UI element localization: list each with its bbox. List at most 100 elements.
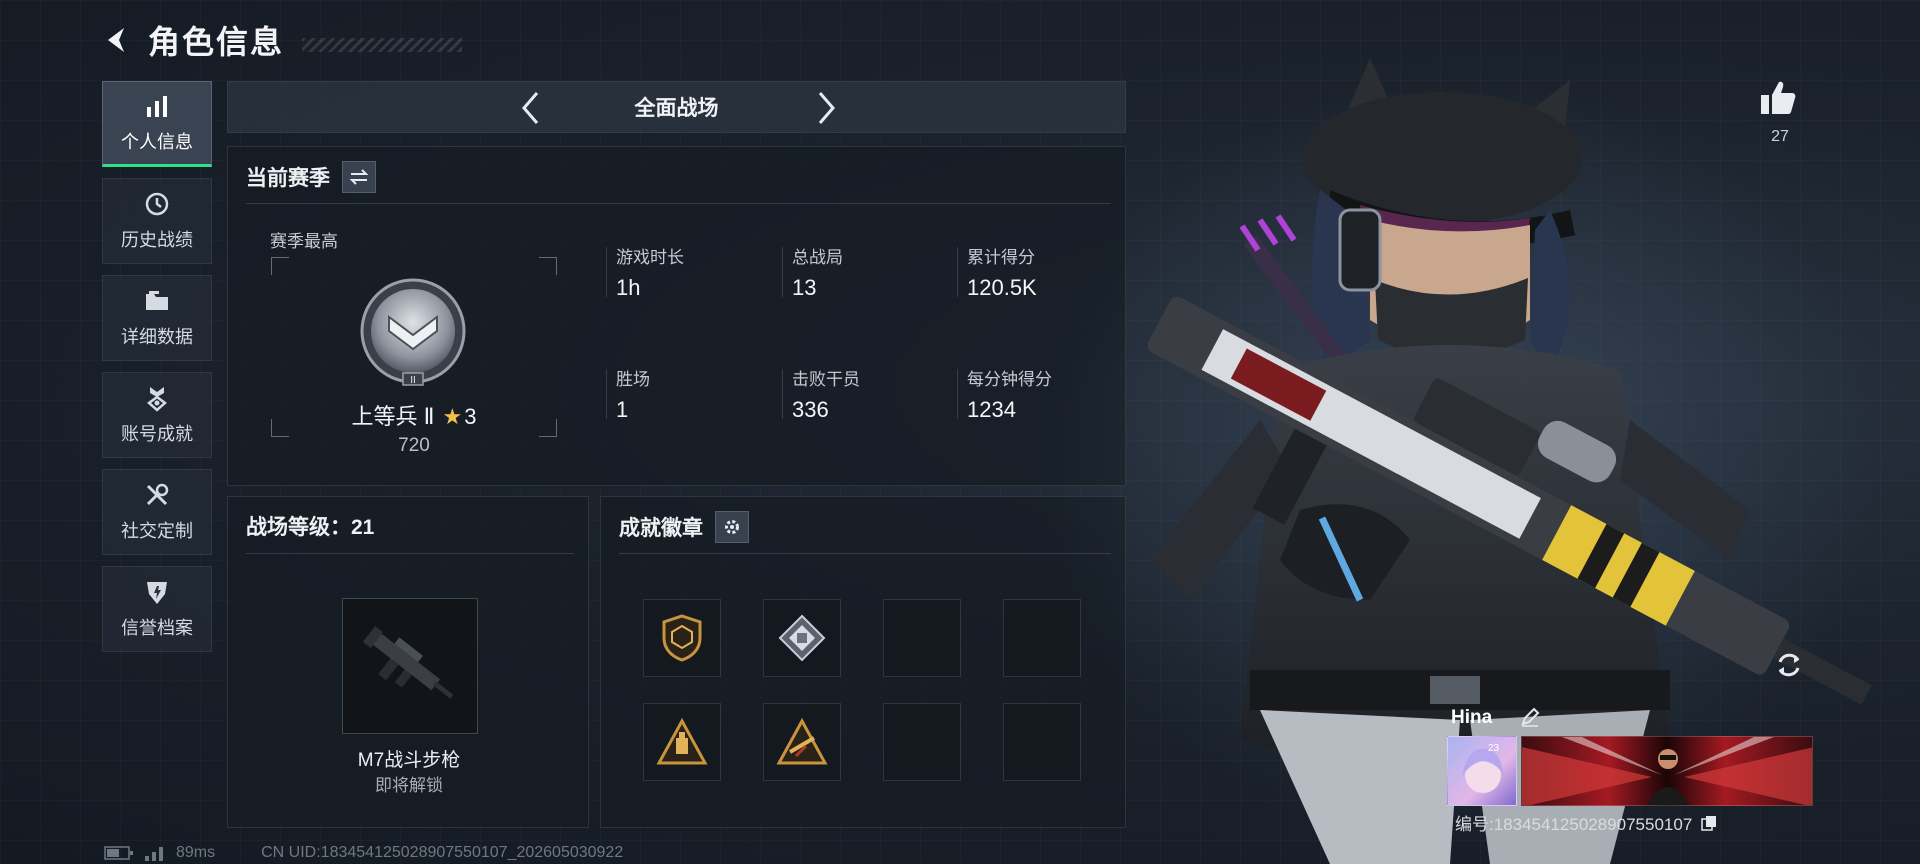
badge-slot-empty[interactable] [883,703,961,781]
frame-corner [271,257,289,275]
page-header: 角色信息 [100,18,463,62]
weapon-name: M7战斗步枪 [357,750,461,771]
title-decoration [302,38,463,52]
stat-divider [957,247,958,297]
sidebar-item-label: 社交定制 [121,521,193,541]
stat-divider [782,247,783,297]
badge-settings-button[interactable] [715,511,749,543]
back-arrow-icon [108,28,124,52]
avatar-level: 23 [1488,743,1500,754]
player-id: 编号:1834541250289075501​07 [1455,815,1693,834]
stat-value: 1h [616,275,641,300]
battlefield-level-panel: 战场等级：21 M7战斗步枪 即将解锁 [227,496,589,828]
stat-value: 1 [616,397,629,422]
shield-badge-icon [662,614,702,662]
sidebar: 个人信息 历史战绩 详细数据 账号成就 社交定制 信誉档案 [102,81,212,663]
medal-icon [143,384,171,412]
sidebar-item-personal-info[interactable]: 个人信息 [102,81,212,167]
gear-icon [725,520,739,534]
rank-numeral: II [410,375,416,386]
history-clock-icon [143,190,171,218]
stat-divider [606,247,607,297]
back-button[interactable] [100,23,134,57]
rotate-view-button[interactable] [1772,648,1812,688]
ping-value: 89ms [176,844,216,861]
switch-season-button[interactable] [342,161,376,193]
stat-label: 胜场 [616,370,650,389]
badge-slot[interactable] [763,599,841,677]
status-footer: 89ms CN UID:1834541250289075501​07_20260… [104,842,623,864]
divider [246,553,574,554]
triangle-rifle-badge-icon [776,718,828,765]
chevron-left-icon [522,92,539,124]
folder-icon [143,287,171,315]
rotate-icon [1778,653,1800,677]
star-icon: ★ [442,404,463,429]
sidebar-item-credit-record[interactable]: 信誉档案 [102,566,212,652]
sidebar-item-label: 账号成就 [121,424,193,444]
battery-icon [104,846,133,860]
rank-name: 上等兵 Ⅱ [351,404,435,429]
stat-value: 336 [792,397,829,422]
prev-mode-button[interactable] [513,90,549,126]
bar-chart-icon [143,92,171,120]
divider [246,203,1111,204]
avatar[interactable]: 23 [1447,736,1517,806]
page-title: 角色信息 [148,24,285,60]
signal-icon [145,847,163,861]
season-title-row: 当前赛季 [246,161,376,193]
uid-text: CN UID:1834541250289075501​07_2026050309… [261,844,624,861]
stat-label: 累计得分 [967,248,1035,267]
season-panel: 当前赛季 赛季最高 II 上等兵 Ⅱ ★3 720 游戏时长 1h 总战局 13… [227,146,1126,486]
stat-label: 总战局 [792,248,843,267]
badge-slot[interactable] [643,703,721,781]
badge-slot-empty[interactable] [883,599,961,677]
player-name: Hina [1451,707,1493,728]
stat-divider [606,369,607,419]
player-card: Hina 23 编号:1834541250289075501​07 [1445,700,1815,840]
season-title: 当前赛季 [246,167,330,190]
stat-label: 游戏时长 [616,248,684,267]
level-title: 战场等级：21 [246,516,375,539]
badge-slot[interactable] [763,703,841,781]
rank-stars: 3 [464,404,477,429]
mode-name: 全面战场 [634,97,719,120]
edit-name-button[interactable] [1519,706,1541,728]
sidebar-item-label: 历史战绩 [121,230,193,250]
stat-label: 击败干员 [792,370,860,389]
weapon-slot[interactable] [342,598,478,734]
rank-emblem-icon: II [360,278,466,386]
rifle-icon [362,626,454,699]
sidebar-item-label: 详细数据 [121,327,193,347]
sidebar-item-social-custom[interactable]: 社交定制 [102,469,212,555]
badges-title-row: 成就徽章 [619,511,749,543]
sidebar-item-achievements[interactable]: 账号成就 [102,372,212,458]
rank-name-row: 上等兵 Ⅱ ★3 [271,399,557,431]
sidebar-item-label: 个人信息 [121,132,193,152]
player-id-row: 编号:1834541250289075501​07 [1455,810,1717,836]
stat-value: 1234 [967,397,1016,422]
like-button[interactable] [1758,78,1802,122]
next-mode-button[interactable] [808,90,844,126]
copy-id-button[interactable] [1701,815,1717,836]
shield-icon [143,578,171,606]
badge-slot[interactable] [643,599,721,677]
swap-arrows-icon [349,169,369,185]
banner-image [1522,737,1812,805]
pencil-icon [1521,707,1540,727]
stat-value: 13 [792,275,817,300]
like-count: 27 [1771,128,1789,145]
sidebar-item-detailed-data[interactable]: 详细数据 [102,275,212,361]
triangle-badge-icon [656,718,708,765]
badges-title: 成就徽章 [619,517,703,540]
thumbs-up-icon [1761,81,1796,114]
avatar-image: 23 [1462,743,1504,793]
season-best-label: 赛季最高 [270,232,338,251]
player-banner[interactable] [1521,736,1813,806]
stat-value: 120.5K [967,275,1037,300]
sidebar-item-history[interactable]: 历史战绩 [102,178,212,264]
stat-divider [782,369,783,419]
copy-icon [1701,816,1717,831]
weapon-unlock-status: 即将解锁 [375,776,443,795]
mode-switcher: 全面战场 [227,81,1126,133]
